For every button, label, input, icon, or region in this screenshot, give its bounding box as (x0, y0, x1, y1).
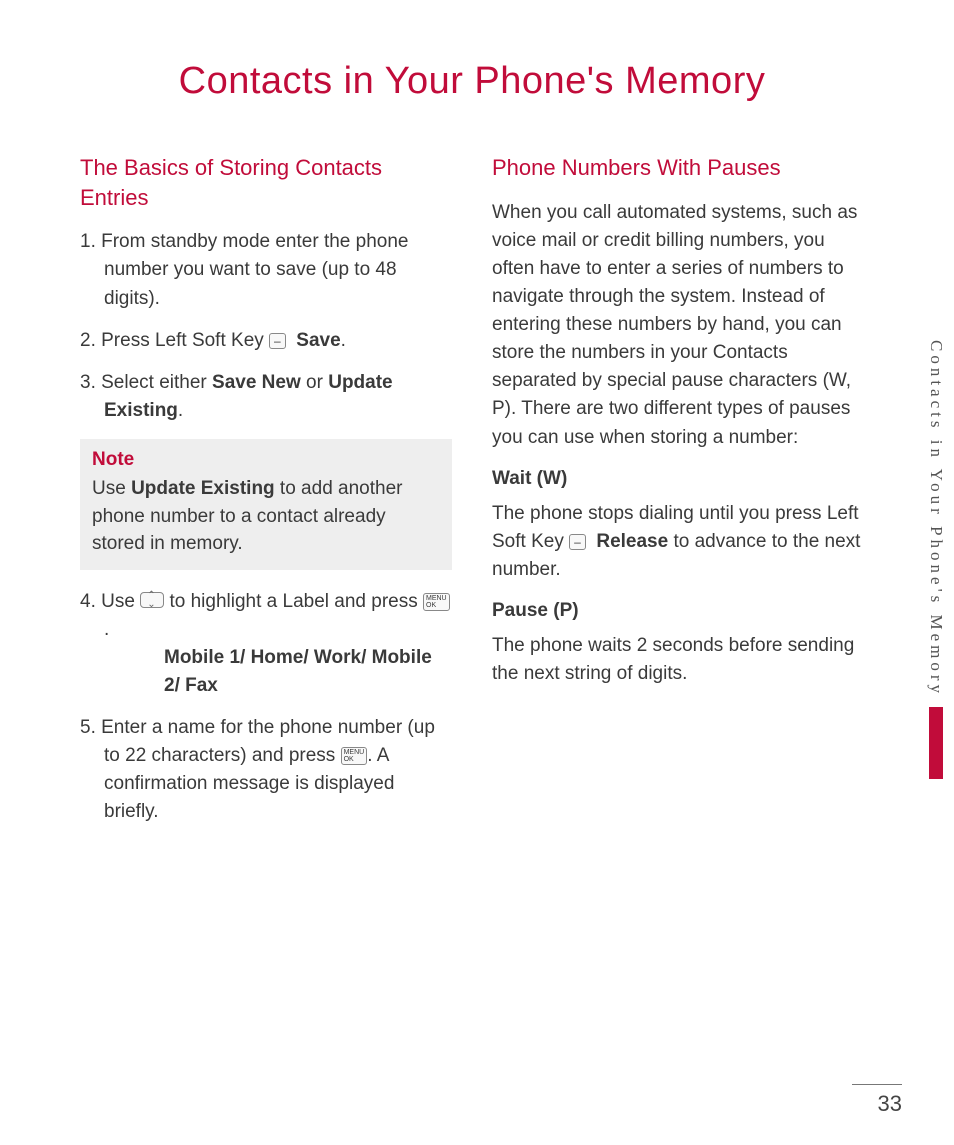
wait-release: Release (596, 531, 668, 552)
step-5: 5. Enter a name for the phone number (up… (80, 714, 452, 826)
left-soft-key-icon: – (569, 534, 586, 550)
section-heading-pauses: Phone Numbers With Pauses (492, 153, 864, 183)
note-body: Use Update Existing to add another phone… (92, 475, 440, 558)
step-3-savenew: Save New (212, 372, 301, 393)
side-tab: Contacts in Your Phone's Memory (918, 340, 954, 779)
step-4-prefix: 4. Use (80, 591, 140, 612)
step-2-prefix: 2. Press Left Soft Key (80, 330, 269, 351)
left-column: The Basics of Storing Contacts Entries 1… (80, 153, 452, 841)
step-3-prefix: 3. Select either (80, 372, 212, 393)
side-tab-bar (929, 707, 943, 779)
pauses-intro: When you call automated systems, such as… (492, 199, 864, 452)
content-columns: The Basics of Storing Contacts Entries 1… (80, 153, 864, 841)
right-column: Phone Numbers With Pauses When you call … (492, 153, 864, 841)
steps-list: 1. From standby mode enter the phone num… (80, 228, 452, 425)
step-1: 1. From standby mode enter the phone num… (80, 228, 452, 312)
pause-body: The phone waits 2 seconds before sending… (492, 632, 864, 688)
steps-list-cont: 4. Use to highlight a Label and press ME… (80, 588, 452, 827)
step-3-mid: or (301, 372, 328, 393)
step-2-save: Save (296, 330, 340, 351)
ok-key-icon: MENUOK (341, 747, 368, 765)
page-title: Contacts in Your Phone's Memory (80, 60, 864, 103)
step-2-suffix: . (341, 330, 346, 351)
side-tab-label: Contacts in Your Phone's Memory (926, 340, 946, 697)
note-prefix: Use (92, 478, 131, 499)
manual-page: Contacts in Your Phone's Memory The Basi… (0, 0, 954, 1145)
left-soft-key-icon: – (269, 333, 286, 349)
nav-key-icon (140, 592, 164, 608)
pause-heading: Pause (P) (492, 600, 864, 622)
note-title: Note (92, 449, 440, 471)
step-3-suffix: . (178, 400, 183, 421)
wait-body: The phone stops dialing until you press … (492, 500, 864, 584)
step-3: 3. Select either Save New or Update Exis… (80, 369, 452, 425)
step-4: 4. Use to highlight a Label and press ME… (80, 588, 452, 700)
ok-key-icon: MENUOK (423, 593, 450, 611)
step-4-suffix: . (104, 619, 109, 640)
note-box: Note Use Update Existing to add another … (80, 439, 452, 570)
page-number: 33 (852, 1084, 902, 1117)
wait-heading: Wait (W) (492, 468, 864, 490)
section-heading-basics: The Basics of Storing Contacts Entries (80, 153, 452, 212)
label-options: Mobile 1/ Home/ Work/ Mobile 2/ Fax (164, 644, 452, 700)
step-4-mid: to highlight a Label and press (169, 591, 423, 612)
step-2: 2. Press Left Soft Key – Save. (80, 327, 452, 355)
note-bold: Update Existing (131, 478, 275, 499)
